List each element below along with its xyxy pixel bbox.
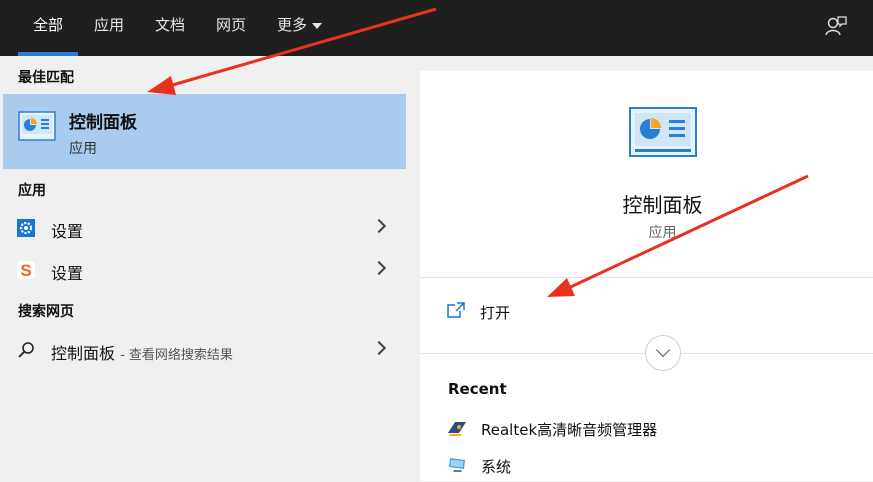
open-label: 打开 <box>480 304 511 322</box>
tab-more-label: 更多 <box>277 16 308 34</box>
divider <box>420 277 873 278</box>
sogou-s-icon: S <box>17 261 35 279</box>
web-search-result[interactable]: 控制面板 - 查看网络搜索结果 <box>3 330 406 370</box>
recent-item-label: Realtek高清晰音频管理器 <box>481 421 658 439</box>
search-category-bar: 全部 应用 文档 网页 更多 <box>0 0 873 56</box>
control-panel-icon <box>18 111 56 141</box>
chevron-right-icon[interactable] <box>371 260 387 276</box>
app-type: 应用 <box>648 225 677 241</box>
realtek-audio-icon <box>448 422 466 436</box>
web-search-header: 搜索网页 <box>18 304 74 320</box>
best-match-title: 控制面板 <box>69 113 137 133</box>
best-match-header: 最佳匹配 <box>18 70 74 86</box>
system-monitor-icon <box>449 458 465 472</box>
app-result-settings-sogou[interactable]: S 设置 <box>3 250 406 290</box>
recent-item-label: 系统 <box>481 458 512 476</box>
web-search-term: 控制面板 <box>51 344 116 363</box>
gear-icon <box>17 219 35 237</box>
tab-web[interactable]: 网页 <box>216 0 246 56</box>
app-result-label: 设置 <box>51 264 84 283</box>
feedback-person-icon[interactable] <box>824 14 848 38</box>
apps-header: 应用 <box>18 183 46 199</box>
chevron-right-icon[interactable] <box>371 340 387 356</box>
open-action[interactable]: 打开 <box>420 289 873 333</box>
tab-all[interactable]: 全部 <box>33 0 63 56</box>
search-icon <box>18 342 34 358</box>
tab-more[interactable]: 更多 <box>277 0 323 56</box>
tab-apps[interactable]: 应用 <box>94 0 124 56</box>
control-panel-icon <box>629 107 697 157</box>
details-pane: 控制面板 应用 打开 Recent Realtek高清晰音频管理器 系统 <box>420 71 873 481</box>
best-match-item[interactable]: 控制面板 应用 <box>3 94 406 169</box>
results-list: 最佳匹配 控制面板 应用 应用 设置 S 设置 搜索网页 控制面板 - 查看网络… <box>3 56 406 481</box>
recent-item[interactable]: 系统 <box>420 448 873 482</box>
chevron-right-icon[interactable] <box>371 218 387 234</box>
recent-header: Recent <box>448 380 507 398</box>
web-search-label: 控制面板 - 查看网络搜索结果 <box>51 340 233 364</box>
app-result-label: 设置 <box>51 222 84 241</box>
chevron-down-icon <box>312 22 323 29</box>
web-search-hint: - 查看网络搜索结果 <box>120 348 233 363</box>
app-title: 控制面板 <box>622 193 703 217</box>
best-match-subtitle: 应用 <box>69 141 97 157</box>
chevron-down-icon <box>655 342 671 358</box>
svg-text:S: S <box>20 261 31 279</box>
recent-item[interactable]: Realtek高清晰音频管理器 <box>420 411 873 445</box>
expand-button[interactable] <box>645 335 681 371</box>
app-result-settings[interactable]: 设置 <box>3 208 406 248</box>
open-external-icon <box>447 302 465 318</box>
tab-documents[interactable]: 文档 <box>155 0 185 56</box>
